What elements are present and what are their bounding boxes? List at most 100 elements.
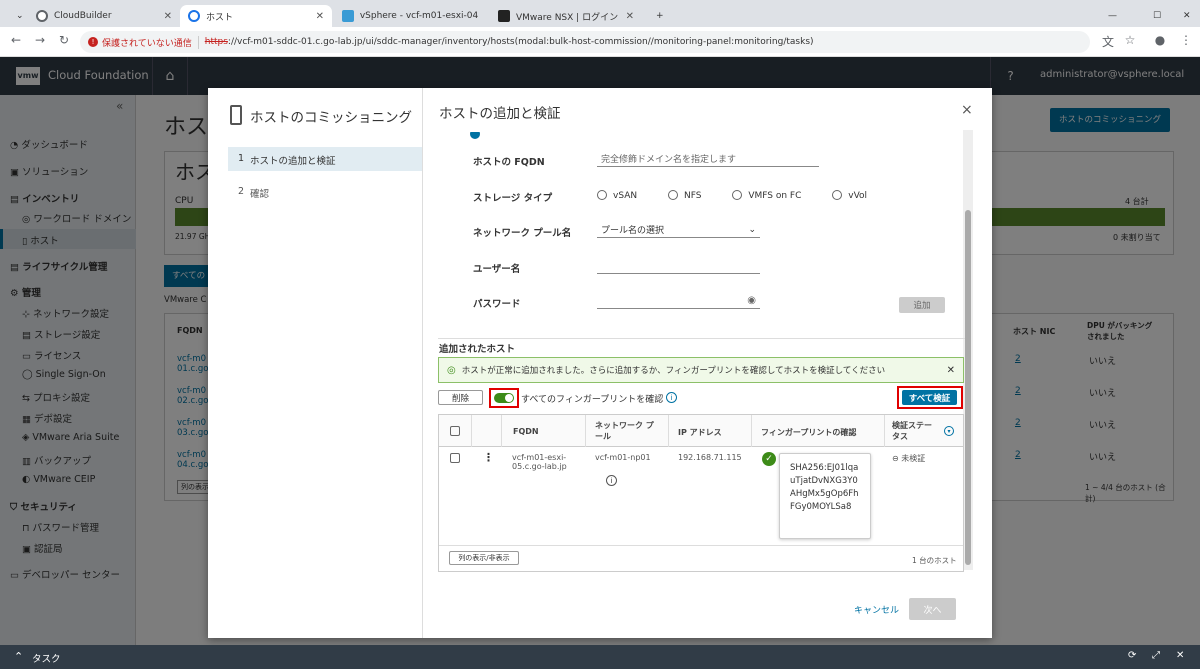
window-close-button[interactable]: ✕ [1175, 5, 1195, 27]
back-arrow-icon[interactable]: ← [8, 33, 24, 47]
toggle-label: すべてのフィンガープリントを確認 [521, 395, 664, 405]
close-icon[interactable]: ✕ [1176, 650, 1184, 661]
pool-select[interactable]: プール名の選択 ⌄ [597, 222, 760, 238]
cloud-icon [188, 10, 200, 22]
col-ip: IP アドレス [678, 428, 722, 437]
row-status: ⊖ 未検証 [892, 454, 926, 463]
radio-nfs[interactable]: NFS [667, 190, 701, 201]
col-divider [751, 415, 752, 447]
add-host-button[interactable]: 追加 [899, 297, 945, 313]
close-icon[interactable]: × [961, 102, 973, 118]
pool-label: ネットワーク プール名 [473, 228, 572, 239]
alert-text: ホストが正常に追加されました。さらに追加するか、フィンガープリントを確認してホス… [461, 366, 886, 376]
modal-title: ホストの追加と検証 [439, 106, 561, 122]
wizard-step-2[interactable]: 2 確認 [228, 180, 422, 204]
validate-all-button[interactable]: すべて検証 [902, 390, 957, 405]
chevron-down-icon: ⌄ [748, 224, 756, 235]
url-input[interactable]: ! 保護されていない通信 https://vcf-m01-sddc-01.c.go… [80, 31, 1090, 53]
wizard-nav: ホストのコミッショニング 1 ホストの追加と検証 2 確認 [208, 88, 423, 638]
close-icon[interactable]: ✕ [164, 11, 172, 22]
browser-tab-vsphere[interactable]: vSphere - vcf-m01-esxi-04.c.go [334, 5, 486, 27]
step-number: 2 [238, 186, 245, 197]
check-circle-icon: ◎ [447, 364, 456, 376]
col-divider [585, 415, 586, 447]
chevron-up-icon: ⌃ [14, 650, 24, 663]
browser-tab-hosts[interactable]: ホスト ✕ [180, 5, 332, 27]
fingerprint-toggle[interactable] [494, 393, 514, 403]
row-menu-icon[interactable]: ⋮ [483, 451, 494, 464]
browser-tab-nsx[interactable]: VMware NSX | ログイン ✕ [490, 5, 642, 27]
scrollbar-thumb[interactable] [965, 210, 971, 565]
column-toggle-button[interactable]: 列の表示/非表示 [449, 551, 519, 565]
chevron-down-icon: ⌄ [16, 11, 24, 21]
col-divider [884, 415, 885, 447]
browser-tab-strip: ⌄ CloudBuilder ✕ ホスト ✕ vSphere - vcf-m01-e… [0, 0, 1200, 27]
select-all-checkbox[interactable] [450, 426, 460, 436]
url-scheme: https [204, 37, 228, 47]
reload-icon[interactable]: ↻ [56, 33, 72, 47]
info-icon[interactable]: i [666, 392, 677, 403]
translate-icon[interactable]: 文 [1100, 33, 1116, 50]
step-label: 確認 [250, 189, 270, 200]
plus-icon: + [656, 11, 664, 21]
host-count: 1 台のホスト [912, 556, 957, 565]
close-icon[interactable]: ✕ [626, 11, 634, 22]
url-path: ://vcf-m01-sddc-01.c.go-lab.jp/ui/sddc-m… [227, 37, 814, 47]
row-pool: vcf-m01-np01 [595, 453, 651, 462]
username-label: ユーザー名 [473, 264, 521, 275]
forward-arrow-icon[interactable]: → [32, 33, 48, 47]
fqdn-placeholder: 完全修飾ドメイン名を指定します [601, 155, 737, 165]
cancel-button[interactable]: キャンセル [854, 603, 899, 616]
fqdn-input[interactable]: 完全修飾ドメイン名を指定します [597, 151, 819, 167]
radio-partial [470, 132, 480, 140]
tasks-bar[interactable]: ⌃ タスク ⟳ ⤢ ✕ [0, 645, 1200, 669]
delete-button[interactable]: 削除 [438, 390, 483, 405]
check-circle-icon[interactable]: ✓ [762, 452, 776, 466]
new-tab-button[interactable]: + [648, 5, 668, 27]
tab-search-button[interactable]: ⌄ [8, 5, 28, 27]
wizard-step-1[interactable]: 1 ホストの追加と検証 [228, 147, 422, 171]
row-checkbox[interactable] [450, 453, 460, 463]
status-icon: ⊖ [892, 454, 902, 463]
col-pool: ネットワーク プール [595, 421, 654, 441]
col-fingerprint: フィンガープリントの確認 [761, 428, 857, 437]
password-label: パスワード [473, 299, 521, 310]
step-label: ホストの追加と検証 [250, 156, 336, 167]
storage-radio-group: vSAN NFS VMFS on FC vVol [597, 190, 867, 201]
minimize-button[interactable]: — [1100, 5, 1120, 27]
radio-vvol[interactable]: vVol [832, 190, 867, 201]
tasks-label: タスク [32, 654, 61, 665]
scrollbar-track[interactable] [963, 130, 973, 570]
col-divider [471, 415, 472, 447]
col-divider [501, 415, 502, 447]
fqdn-label: ホストの FQDN [473, 157, 545, 168]
warning-icon: ! [88, 37, 98, 47]
row-fqdn: vcf-m01-esxi-05.c.go-lab.jp [512, 453, 567, 471]
insecure-badge[interactable]: ! 保護されていない通信 [88, 35, 199, 49]
storage-label: ストレージ タイプ [473, 193, 553, 204]
vsphere-icon [342, 10, 354, 22]
star-icon[interactable]: ☆ [1122, 33, 1138, 47]
menu-icon[interactable]: ⋮ [1178, 33, 1194, 47]
radio-vmfs[interactable]: VMFS on FC [732, 190, 801, 201]
vmware-icon [498, 10, 510, 22]
password-input[interactable]: ◉ [597, 293, 760, 309]
success-alert: ◎ ホストが正常に追加されました。さらに追加するか、フィンガープリントを確認して… [438, 357, 964, 383]
radio-vsan[interactable]: vSAN [597, 190, 637, 201]
username-input[interactable] [597, 258, 760, 274]
profile-icon[interactable]: ● [1152, 33, 1168, 47]
maximize-button[interactable]: ☐ [1145, 5, 1165, 27]
browser-tab-cloudbuilder[interactable]: CloudBuilder ✕ [28, 5, 180, 27]
filter-icon[interactable]: ▾ [944, 426, 954, 436]
next-button[interactable]: 次へ [909, 598, 956, 620]
close-icon[interactable]: ✕ [947, 365, 955, 376]
divider [438, 338, 965, 339]
wizard-title: ホストのコミッショニング [250, 110, 412, 126]
expand-icon[interactable]: ⤢ [1152, 650, 1160, 661]
highlight-box: すべて検証 [897, 386, 963, 409]
refresh-icon[interactable]: ⟳ [1128, 650, 1136, 661]
info-icon[interactable]: i [606, 475, 617, 486]
step-number: 1 [238, 153, 245, 164]
eye-icon[interactable]: ◉ [747, 295, 756, 306]
close-icon[interactable]: ✕ [316, 11, 324, 22]
